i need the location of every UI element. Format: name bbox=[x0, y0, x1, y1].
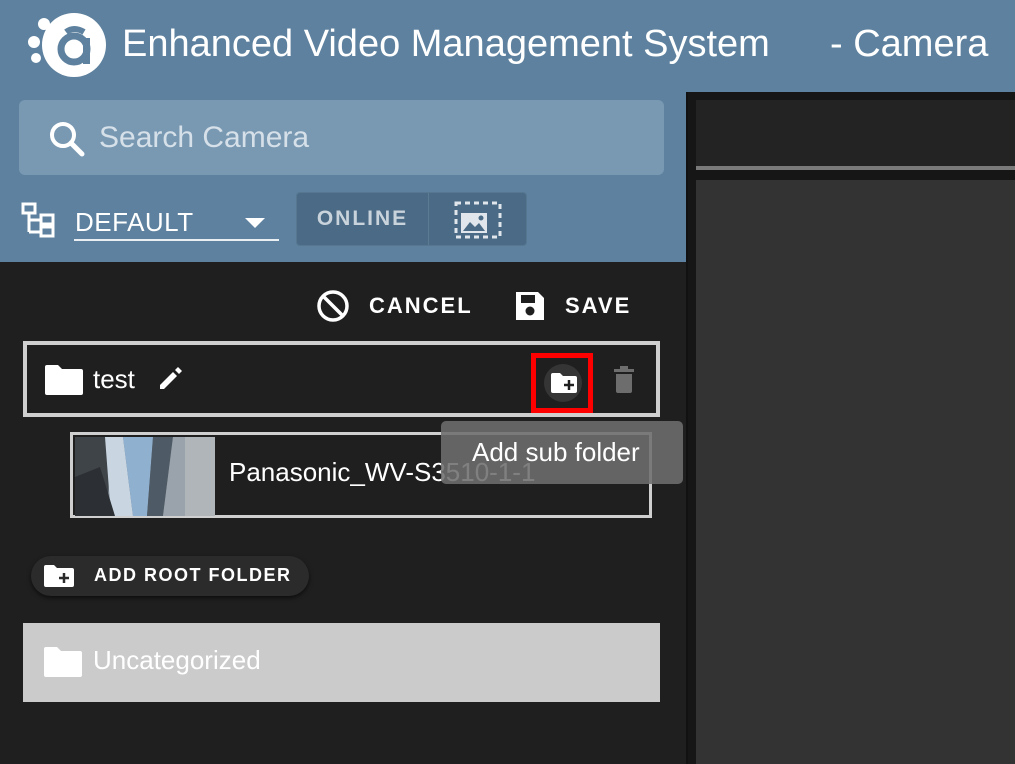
camera-thumbnail bbox=[75, 437, 215, 516]
add-subfolder-tooltip: Add sub folder bbox=[441, 421, 683, 484]
uncategorized-folder[interactable]: Uncategorized bbox=[23, 623, 660, 702]
add-subfolder-button[interactable] bbox=[531, 353, 593, 413]
add-folder-icon bbox=[44, 565, 74, 587]
folder-name: test bbox=[93, 364, 135, 394]
cancel-button[interactable]: CANCEL bbox=[316, 288, 473, 324]
site-view-dropdown[interactable]: DEFAULT bbox=[74, 202, 279, 241]
site-tree-icon bbox=[21, 202, 55, 238]
view-mode-toggle: ONLINE bbox=[296, 192, 527, 246]
app-title-text: Enhanced Video Management System bbox=[122, 23, 770, 65]
image-view-button[interactable] bbox=[430, 193, 526, 245]
avigilon-logo-icon bbox=[28, 13, 106, 77]
chevron-down-icon bbox=[245, 218, 265, 228]
camera-panel-header: DEFAULT ONLINE bbox=[0, 92, 688, 262]
site-view-selected: DEFAULT bbox=[75, 207, 194, 237]
cancel-label: CANCEL bbox=[369, 293, 473, 318]
search-input[interactable] bbox=[99, 120, 639, 156]
viewer-separator bbox=[696, 166, 1015, 170]
app-header: Enhanced Video Management System - Camer… bbox=[0, 0, 1015, 92]
search-box[interactable] bbox=[19, 100, 664, 175]
save-label: SAVE bbox=[565, 293, 632, 318]
folder-row-test[interactable]: test bbox=[23, 341, 660, 417]
add-root-folder-button[interactable]: ADD ROOT FOLDER bbox=[31, 556, 309, 596]
delete-icon[interactable] bbox=[613, 366, 635, 394]
cancel-icon bbox=[317, 290, 349, 322]
save-icon bbox=[516, 292, 544, 320]
uncategorized-label: Uncategorized bbox=[93, 645, 261, 675]
edit-icon[interactable] bbox=[157, 364, 185, 392]
video-viewer-area bbox=[688, 92, 1015, 764]
folder-icon bbox=[44, 647, 82, 677]
viewer-toolbar bbox=[696, 100, 1015, 166]
save-button[interactable]: SAVE bbox=[514, 288, 631, 324]
search-icon bbox=[50, 122, 85, 157]
image-view-icon bbox=[454, 201, 502, 239]
folder-icon bbox=[45, 365, 83, 395]
video-tile[interactable] bbox=[696, 180, 1015, 764]
add-root-folder-label: ADD ROOT FOLDER bbox=[94, 565, 292, 585]
app-title: Enhanced Video Management System - Camer… bbox=[122, 22, 988, 66]
add-subfolder-icon bbox=[551, 373, 577, 393]
app-title-suffix: - Camera bbox=[830, 23, 989, 65]
online-filter-button[interactable]: ONLINE bbox=[297, 193, 429, 245]
